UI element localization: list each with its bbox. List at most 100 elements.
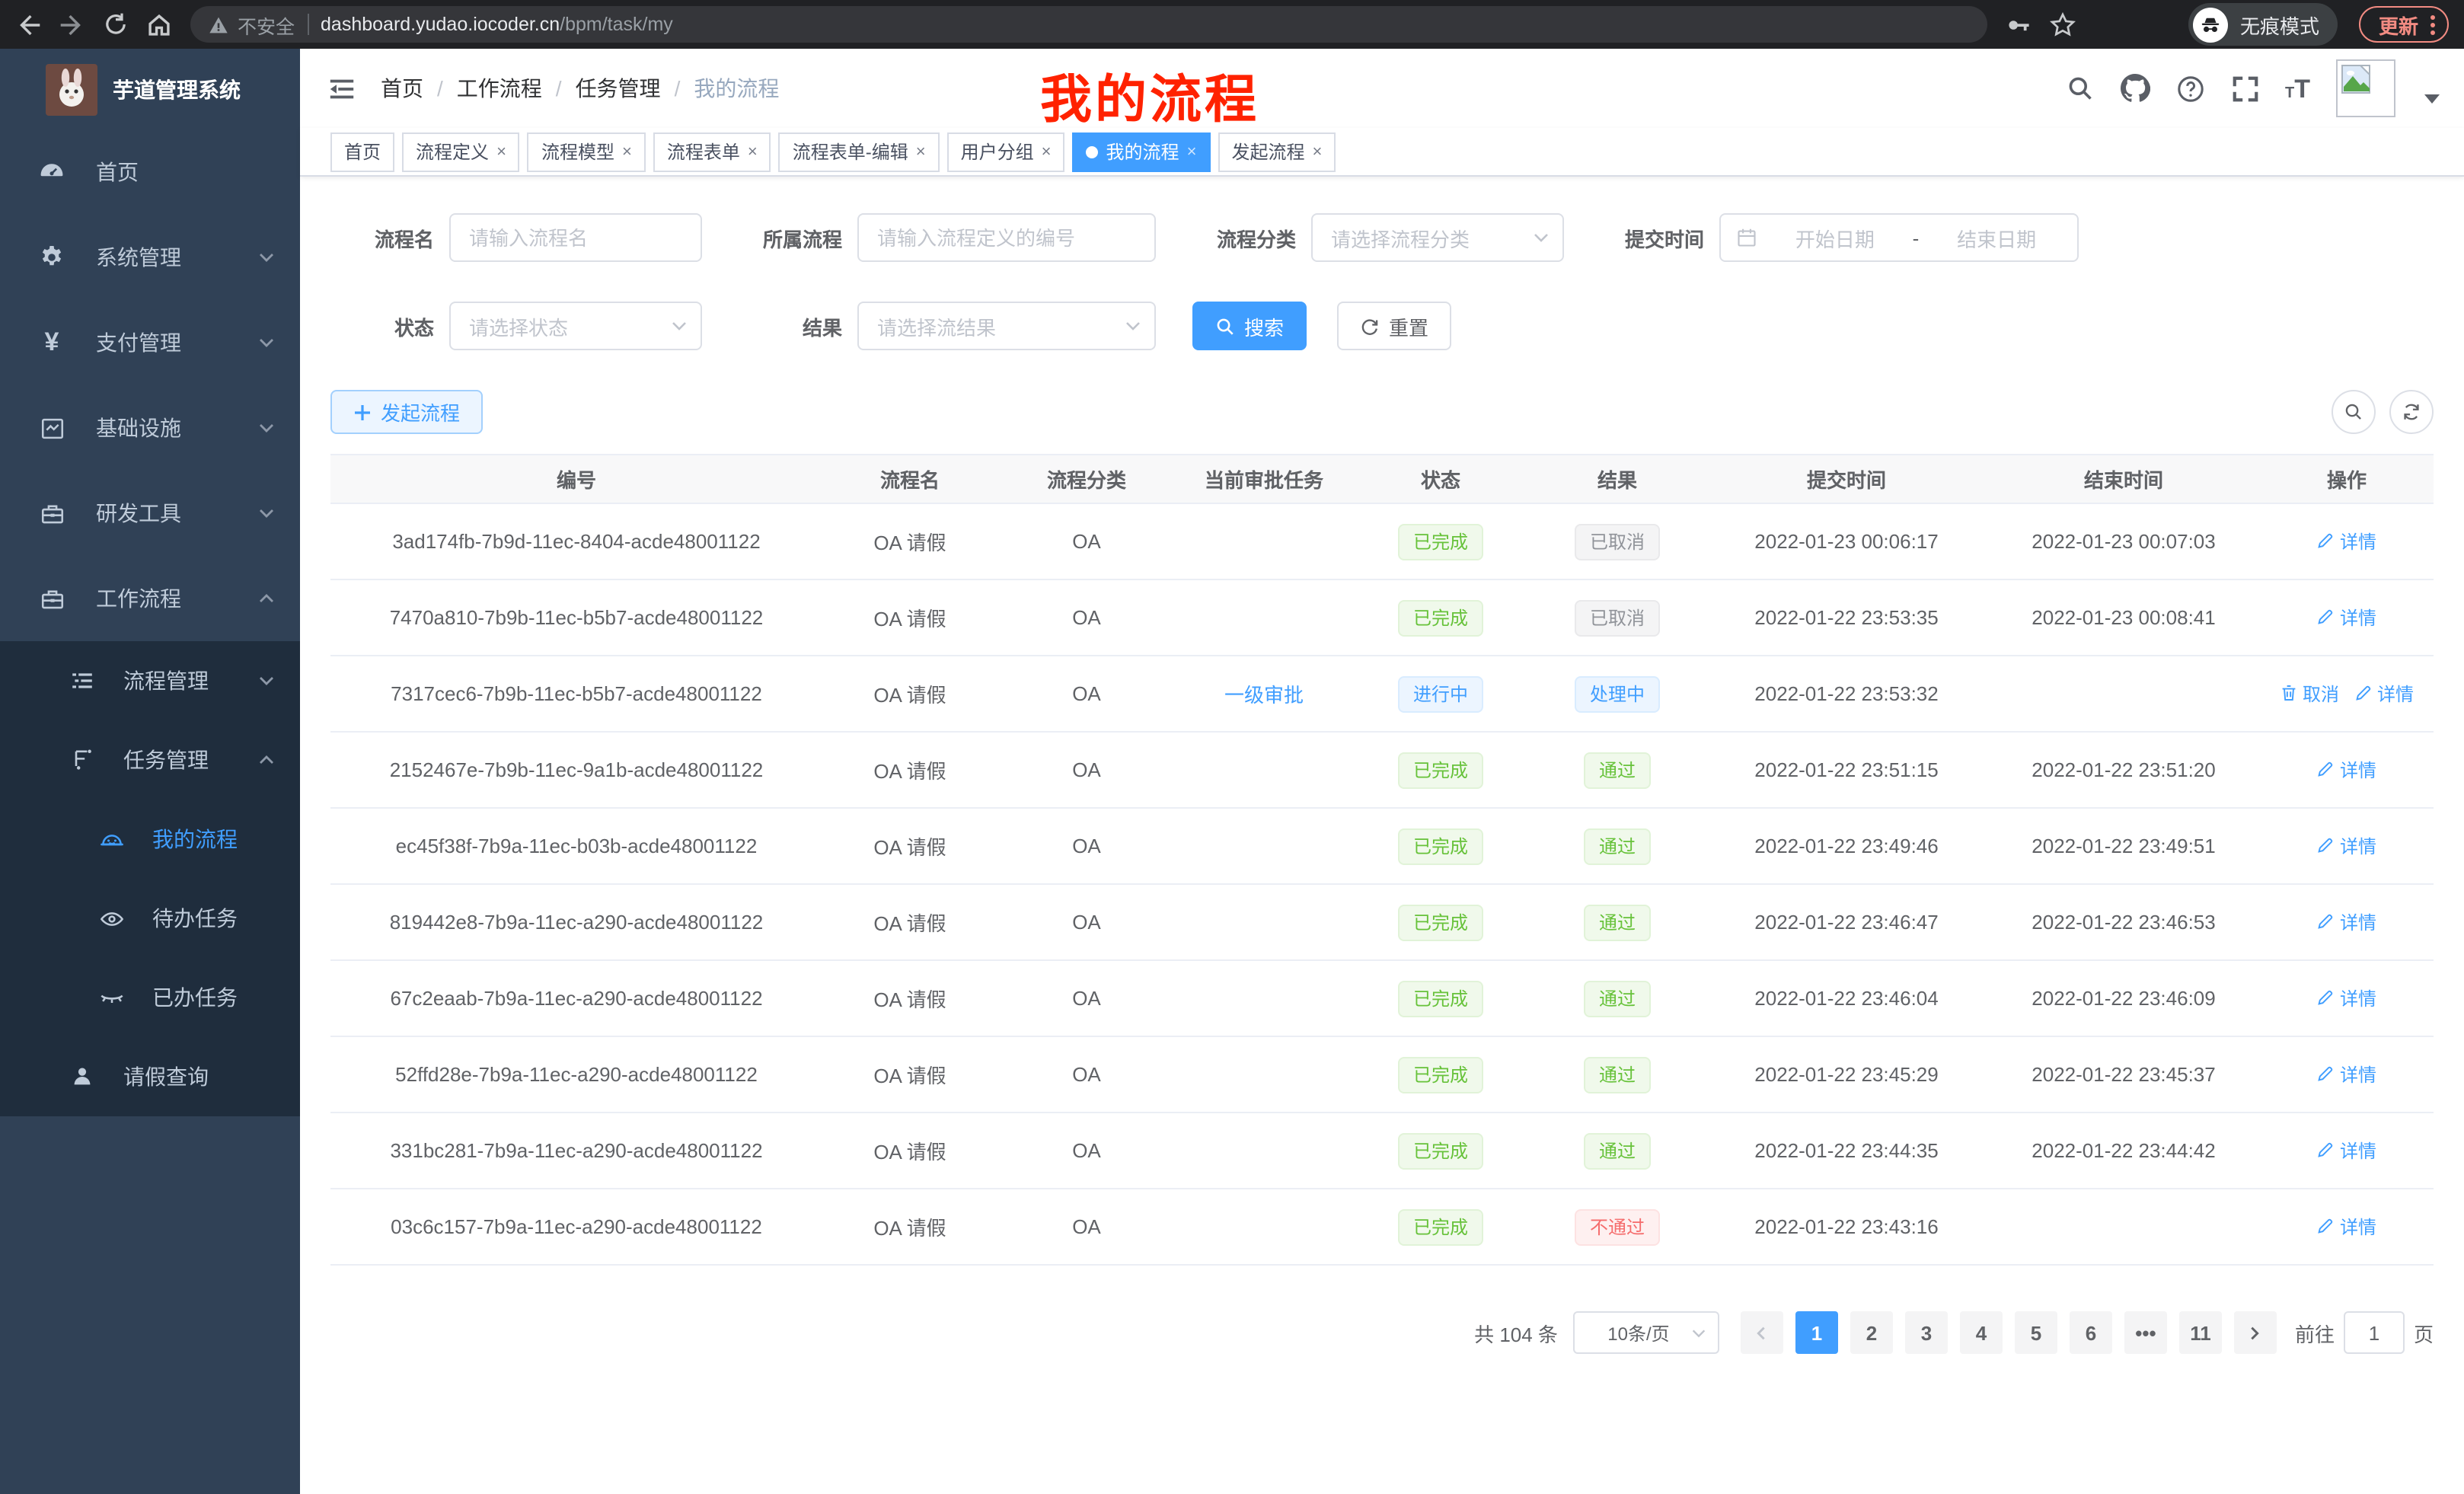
chevron-up-icon (257, 751, 276, 769)
sidebar-item-done-tasks[interactable]: 已办任务 (0, 958, 300, 1037)
sidebar-item-process-mgmt[interactable]: 流程管理 (0, 641, 300, 720)
col-category: 流程分类 (997, 455, 1176, 503)
sidebar-item-todo-tasks[interactable]: 待办任务 (0, 879, 300, 958)
incognito-badge: 无痕模式 (2188, 3, 2338, 46)
page-button-1[interactable]: 1 (1795, 1311, 1838, 1354)
detail-link[interactable]: 详情 (2317, 1214, 2376, 1240)
fullscreen-icon[interactable] (2230, 74, 2259, 103)
tab-user-group[interactable]: 用户分组× (947, 132, 1065, 171)
result-label: 结果 (739, 311, 842, 340)
category-select[interactable]: 请选择流程分类 (1311, 213, 1564, 262)
more-pages-button[interactable]: ••• (2124, 1311, 2167, 1354)
page-button-5[interactable]: 5 (2015, 1311, 2057, 1354)
browser-update-button[interactable]: 更新 (2359, 6, 2449, 43)
refresh-table-button[interactable] (2389, 390, 2434, 434)
goto-label: 前往 (2295, 1318, 2335, 1347)
close-icon[interactable]: × (496, 142, 506, 161)
sidebar-item-devtools[interactable]: 研发工具 (0, 471, 300, 556)
close-icon[interactable]: × (1187, 142, 1197, 161)
key-icon[interactable] (2006, 11, 2032, 37)
close-icon[interactable]: × (748, 142, 758, 161)
table-row: 7470a810-7b9b-11ec-b5b7-acde48001122 OA … (330, 579, 2434, 656)
sidebar-item-leave-query[interactable]: 请假查询 (0, 1037, 300, 1116)
search-icon[interactable] (2066, 75, 2093, 102)
bookmark-star-icon[interactable] (2050, 11, 2076, 37)
reload-icon[interactable] (104, 12, 128, 37)
start-date-placeholder[interactable]: 开始日期 (1770, 223, 1901, 252)
detail-link[interactable]: 详情 (2317, 528, 2376, 554)
sidebar-item-home[interactable]: 首页 (0, 129, 300, 215)
detail-link[interactable]: 详情 (2317, 985, 2376, 1011)
detail-link[interactable]: 详情 (2317, 605, 2376, 630)
warning-triangle-icon (209, 14, 228, 34)
next-page-button[interactable] (2234, 1311, 2277, 1354)
goto-suffix: 页 (2414, 1318, 2434, 1347)
tab-process-form-edit[interactable]: 流程表单-编辑× (779, 132, 940, 171)
sidebar-item-payment[interactable]: ¥ 支付管理 (0, 300, 300, 385)
breadcrumb-workflow[interactable]: 工作流程 (457, 73, 542, 104)
sidebar-item-workflow[interactable]: 工作流程 (0, 556, 300, 641)
page-button-11[interactable]: 11 (2179, 1311, 2222, 1354)
status-badge: 已完成 (1398, 752, 1483, 788)
github-icon[interactable] (2119, 73, 2150, 104)
process-definition-input[interactable] (857, 213, 1156, 262)
close-icon[interactable]: × (916, 142, 926, 161)
security-warning[interactable]: 不安全 (209, 10, 295, 39)
tab-my-process[interactable]: 我的流程× (1073, 132, 1211, 171)
tab-process-model[interactable]: 流程模型× (528, 132, 646, 171)
page-button-4[interactable]: 4 (1960, 1311, 2003, 1354)
process-name-input[interactable] (449, 213, 702, 262)
close-icon[interactable]: × (622, 142, 632, 161)
avatar-dropdown-caret[interactable] (2424, 94, 2440, 104)
sidebar-item-task-mgmt[interactable]: 任务管理 (0, 720, 300, 800)
browser-menu-icon[interactable] (2430, 14, 2435, 34)
result-select[interactable]: 请选择流结果 (857, 302, 1156, 350)
reset-button[interactable]: 重置 (1337, 302, 1451, 350)
address-bar[interactable]: 不安全 dashboard.yudao.iocoder.cn/bpm/task/… (190, 6, 1987, 43)
font-size-icon[interactable]: TT (2285, 75, 2310, 101)
date-range-picker[interactable]: 开始日期 - 结束日期 (1719, 213, 2079, 262)
robot-face-icon (97, 825, 125, 853)
detail-link[interactable]: 详情 (2354, 681, 2414, 707)
end-date-placeholder[interactable]: 结束日期 (1931, 223, 2062, 252)
help-icon[interactable] (2175, 74, 2204, 103)
result-badge: 通过 (1584, 904, 1651, 940)
home-icon[interactable] (146, 11, 172, 37)
create-process-button[interactable]: 发起流程 (330, 390, 483, 434)
detail-link[interactable]: 详情 (2317, 1061, 2376, 1087)
hamburger-icon[interactable] (327, 74, 356, 103)
app-logo[interactable]: 芋道管理系统 (0, 49, 300, 129)
tab-start-process[interactable]: 发起流程× (1218, 132, 1336, 171)
search-icon (1215, 316, 1235, 336)
close-icon[interactable]: × (1312, 142, 1322, 161)
breadcrumb-home[interactable]: 首页 (381, 73, 423, 104)
status-select[interactable]: 请选择状态 (449, 302, 702, 350)
avatar[interactable] (2336, 59, 2395, 117)
cancel-link[interactable]: 取消 (2280, 681, 2339, 707)
sidebar-item-system[interactable]: 系统管理 (0, 215, 300, 300)
branch-icon (69, 746, 96, 774)
search-button[interactable]: 搜索 (1192, 302, 1307, 350)
page-button-3[interactable]: 3 (1905, 1311, 1948, 1354)
forward-icon[interactable] (59, 11, 85, 37)
sidebar-item-my-process[interactable]: 我的流程 (0, 800, 300, 879)
page-button-2[interactable]: 2 (1850, 1311, 1893, 1354)
page-size-select[interactable]: 10条/页 (1573, 1311, 1719, 1354)
detail-link[interactable]: 详情 (2317, 757, 2376, 783)
detail-link[interactable]: 详情 (2317, 833, 2376, 859)
detail-link[interactable]: 详情 (2317, 1138, 2376, 1164)
page-button-6[interactable]: 6 (2070, 1311, 2112, 1354)
back-icon[interactable] (15, 11, 41, 37)
url-text[interactable]: dashboard.yudao.iocoder.cn/bpm/task/my (321, 14, 673, 35)
goto-page-input[interactable] (2344, 1311, 2405, 1354)
tab-process-definition[interactable]: 流程定义× (402, 132, 520, 171)
sidebar-item-infrastructure[interactable]: 基础设施 (0, 385, 300, 471)
tab-home[interactable]: 首页 (330, 132, 394, 171)
toggle-search-button[interactable] (2332, 390, 2376, 434)
close-icon[interactable]: × (1042, 142, 1052, 161)
breadcrumb-task-mgmt[interactable]: 任务管理 (576, 73, 661, 104)
current-task-link[interactable]: 一级审批 (1224, 684, 1304, 707)
tab-process-form[interactable]: 流程表单× (653, 132, 771, 171)
detail-link[interactable]: 详情 (2317, 909, 2376, 935)
prev-page-button[interactable] (1741, 1311, 1783, 1354)
